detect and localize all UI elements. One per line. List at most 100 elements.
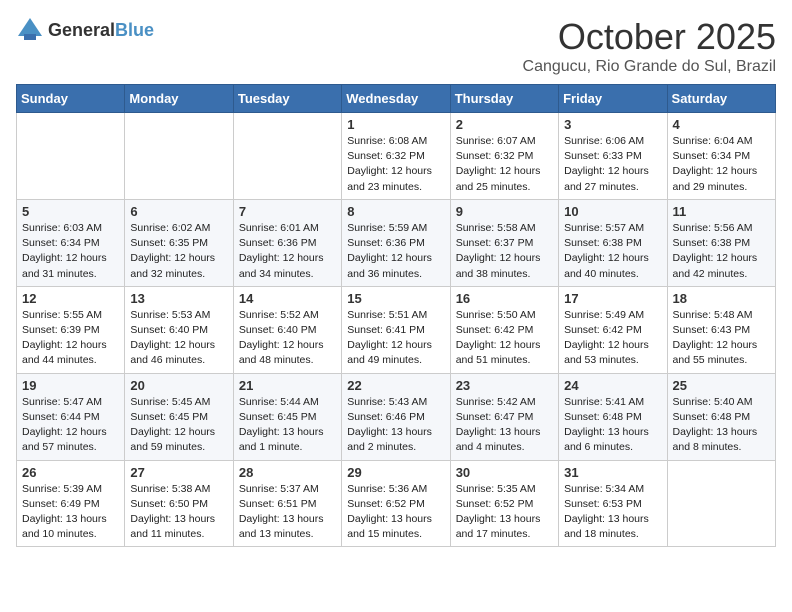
day-number: 29	[347, 465, 444, 480]
calendar-day-cell: 4 Sunrise: 6:04 AM Sunset: 6:34 PM Daylig…	[667, 113, 775, 200]
day-info: Sunrise: 6:06 AM Sunset: 6:33 PM Dayligh…	[564, 134, 661, 195]
day-info: Sunrise: 5:52 AM Sunset: 6:40 PM Dayligh…	[239, 308, 336, 369]
calendar-day-cell: 23 Sunrise: 5:42 AM Sunset: 6:47 PM Dayli…	[450, 373, 558, 460]
calendar-week-row: 26 Sunrise: 5:39 AM Sunset: 6:49 PM Dayli…	[17, 460, 776, 547]
day-number: 8	[347, 204, 444, 219]
day-info: Sunrise: 5:34 AM Sunset: 6:53 PM Dayligh…	[564, 482, 661, 543]
col-header-saturday: Saturday	[667, 85, 775, 113]
empty-cell	[667, 460, 775, 547]
day-number: 17	[564, 291, 661, 306]
calendar-day-cell: 27Sunrise: 5:38 AM Sunset: 6:50 PM Dayli…	[125, 460, 233, 547]
calendar-day-cell: 30 Sunrise: 5:35 AM Sunset: 6:52 PM Dayli…	[450, 460, 558, 547]
day-number: 20	[130, 378, 227, 393]
day-info: Sunrise: 5:48 AM Sunset: 6:43 PM Dayligh…	[673, 308, 770, 369]
day-number: 2	[456, 117, 553, 132]
calendar-header-row: SundayMondayTuesdayWednesdayThursdayFrid…	[17, 85, 776, 113]
day-number: 11	[673, 204, 770, 219]
day-number: 5	[22, 204, 119, 219]
calendar-day-cell: 12Sunrise: 5:55 AM Sunset: 6:39 PM Dayli…	[17, 286, 125, 373]
day-number: 23	[456, 378, 553, 393]
day-info: Sunrise: 6:03 AM Sunset: 6:34 PM Dayligh…	[22, 221, 119, 282]
calendar-day-cell: 26 Sunrise: 5:39 AM Sunset: 6:49 PM Dayli…	[17, 460, 125, 547]
month-title: October 2025	[523, 16, 776, 58]
col-header-thursday: Thursday	[450, 85, 558, 113]
day-info: Sunrise: 5:56 AM Sunset: 6:38 PM Dayligh…	[673, 221, 770, 282]
day-info: Sunrise: 5:51 AM Sunset: 6:41 PM Dayligh…	[347, 308, 444, 369]
calendar-day-cell: 16Sunrise: 5:50 AM Sunset: 6:42 PM Dayli…	[450, 286, 558, 373]
day-info: Sunrise: 5:55 AM Sunset: 6:39 PM Dayligh…	[22, 308, 119, 369]
day-number: 9	[456, 204, 553, 219]
calendar-day-cell: 13Sunrise: 5:53 AM Sunset: 6:40 PM Dayli…	[125, 286, 233, 373]
logo-icon	[16, 16, 44, 44]
day-number: 4	[673, 117, 770, 132]
logo: General Blue	[16, 16, 154, 44]
calendar-day-cell: 18 Sunrise: 5:48 AM Sunset: 6:43 PM Dayli…	[667, 286, 775, 373]
day-number: 22	[347, 378, 444, 393]
day-number: 14	[239, 291, 336, 306]
calendar-day-cell: 1 Sunrise: 6:08 AM Sunset: 6:32 PM Daylig…	[342, 113, 450, 200]
day-info: Sunrise: 5:41 AM Sunset: 6:48 PM Dayligh…	[564, 395, 661, 456]
logo-general: General	[48, 20, 115, 41]
calendar-day-cell: 7 Sunrise: 6:01 AM Sunset: 6:36 PM Daylig…	[233, 199, 341, 286]
calendar-day-cell: 15 Sunrise: 5:51 AM Sunset: 6:41 PM Dayli…	[342, 286, 450, 373]
empty-cell	[17, 113, 125, 200]
day-number: 15	[347, 291, 444, 306]
day-number: 30	[456, 465, 553, 480]
day-info: Sunrise: 5:58 AM Sunset: 6:37 PM Dayligh…	[456, 221, 553, 282]
day-number: 25	[673, 378, 770, 393]
calendar-week-row: 5 Sunrise: 6:03 AM Sunset: 6:34 PM Daylig…	[17, 199, 776, 286]
day-info: Sunrise: 5:39 AM Sunset: 6:49 PM Dayligh…	[22, 482, 119, 543]
day-info: Sunrise: 6:02 AM Sunset: 6:35 PM Dayligh…	[130, 221, 227, 282]
calendar-day-cell: 29 Sunrise: 5:36 AM Sunset: 6:52 PM Dayli…	[342, 460, 450, 547]
day-info: Sunrise: 5:40 AM Sunset: 6:48 PM Dayligh…	[673, 395, 770, 456]
empty-cell	[233, 113, 341, 200]
day-number: 10	[564, 204, 661, 219]
day-info: Sunrise: 5:37 AM Sunset: 6:51 PM Dayligh…	[239, 482, 336, 543]
day-number: 1	[347, 117, 444, 132]
title-block: October 2025 Cangucu, Rio Grande do Sul,…	[523, 16, 776, 76]
day-number: 6	[130, 204, 227, 219]
day-number: 18	[673, 291, 770, 306]
calendar-day-cell: 31Sunrise: 5:34 AM Sunset: 6:53 PM Dayli…	[559, 460, 667, 547]
calendar-week-row: 12Sunrise: 5:55 AM Sunset: 6:39 PM Dayli…	[17, 286, 776, 373]
calendar-day-cell: 3 Sunrise: 6:06 AM Sunset: 6:33 PM Daylig…	[559, 113, 667, 200]
day-info: Sunrise: 6:08 AM Sunset: 6:32 PM Dayligh…	[347, 134, 444, 195]
day-info: Sunrise: 5:49 AM Sunset: 6:42 PM Dayligh…	[564, 308, 661, 369]
day-info: Sunrise: 5:53 AM Sunset: 6:40 PM Dayligh…	[130, 308, 227, 369]
calendar-day-cell: 9 Sunrise: 5:58 AM Sunset: 6:37 PM Daylig…	[450, 199, 558, 286]
day-number: 7	[239, 204, 336, 219]
col-header-wednesday: Wednesday	[342, 85, 450, 113]
calendar-day-cell: 28Sunrise: 5:37 AM Sunset: 6:51 PM Dayli…	[233, 460, 341, 547]
day-info: Sunrise: 6:04 AM Sunset: 6:34 PM Dayligh…	[673, 134, 770, 195]
day-info: Sunrise: 5:42 AM Sunset: 6:47 PM Dayligh…	[456, 395, 553, 456]
empty-cell	[125, 113, 233, 200]
day-info: Sunrise: 5:57 AM Sunset: 6:38 PM Dayligh…	[564, 221, 661, 282]
day-info: Sunrise: 6:01 AM Sunset: 6:36 PM Dayligh…	[239, 221, 336, 282]
day-info: Sunrise: 5:59 AM Sunset: 6:36 PM Dayligh…	[347, 221, 444, 282]
calendar-day-cell: 24 Sunrise: 5:41 AM Sunset: 6:48 PM Dayli…	[559, 373, 667, 460]
calendar-day-cell: 25 Sunrise: 5:40 AM Sunset: 6:48 PM Dayli…	[667, 373, 775, 460]
calendar-day-cell: 20 Sunrise: 5:45 AM Sunset: 6:45 PM Dayli…	[125, 373, 233, 460]
day-info: Sunrise: 5:45 AM Sunset: 6:45 PM Dayligh…	[130, 395, 227, 456]
day-number: 3	[564, 117, 661, 132]
col-header-sunday: Sunday	[17, 85, 125, 113]
logo-blue: Blue	[115, 20, 154, 41]
page-header: General Blue October 2025 Cangucu, Rio G…	[16, 16, 776, 76]
day-info: Sunrise: 5:43 AM Sunset: 6:46 PM Dayligh…	[347, 395, 444, 456]
day-info: Sunrise: 5:50 AM Sunset: 6:42 PM Dayligh…	[456, 308, 553, 369]
calendar-day-cell: 2 Sunrise: 6:07 AM Sunset: 6:32 PM Daylig…	[450, 113, 558, 200]
calendar-day-cell: 6 Sunrise: 6:02 AM Sunset: 6:35 PM Daylig…	[125, 199, 233, 286]
day-number: 26	[22, 465, 119, 480]
calendar-week-row: 19Sunrise: 5:47 AM Sunset: 6:44 PM Dayli…	[17, 373, 776, 460]
calendar-day-cell: 17 Sunrise: 5:49 AM Sunset: 6:42 PM Dayli…	[559, 286, 667, 373]
day-info: Sunrise: 5:35 AM Sunset: 6:52 PM Dayligh…	[456, 482, 553, 543]
day-number: 21	[239, 378, 336, 393]
day-info: Sunrise: 6:07 AM Sunset: 6:32 PM Dayligh…	[456, 134, 553, 195]
col-header-tuesday: Tuesday	[233, 85, 341, 113]
calendar-day-cell: 11 Sunrise: 5:56 AM Sunset: 6:38 PM Dayli…	[667, 199, 775, 286]
day-info: Sunrise: 5:36 AM Sunset: 6:52 PM Dayligh…	[347, 482, 444, 543]
day-number: 24	[564, 378, 661, 393]
day-info: Sunrise: 5:38 AM Sunset: 6:50 PM Dayligh…	[130, 482, 227, 543]
calendar-day-cell: 8 Sunrise: 5:59 AM Sunset: 6:36 PM Daylig…	[342, 199, 450, 286]
calendar-day-cell: 21Sunrise: 5:44 AM Sunset: 6:45 PM Dayli…	[233, 373, 341, 460]
